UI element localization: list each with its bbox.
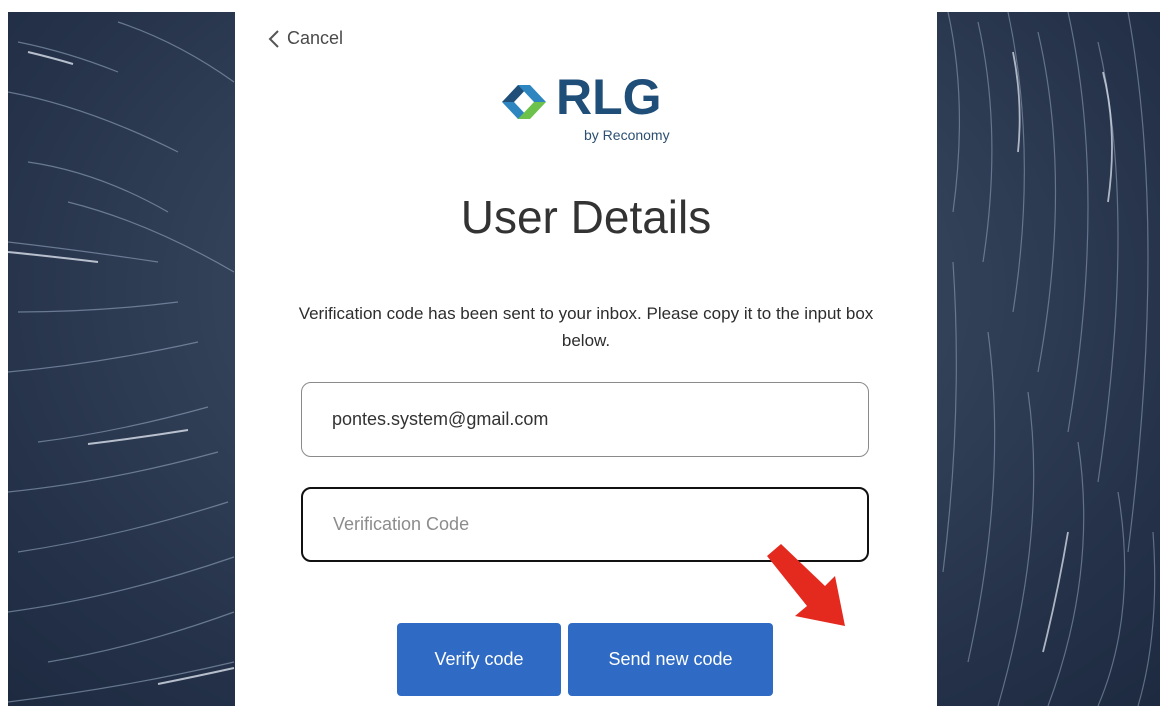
cancel-label: Cancel (287, 28, 344, 48)
logo-tagline: by Reconomy (584, 127, 670, 143)
red-arrow-icon (767, 544, 845, 626)
logo-wordmark: RLG (556, 69, 662, 125)
top-margin (0, 0, 1164, 12)
user-details-card: Cancel RLG by Reconomy User Details Veri… (235, 12, 937, 706)
rlg-logo: RLG by Reconomy (494, 69, 684, 159)
chevron-left-icon (268, 29, 279, 48)
email-field[interactable] (301, 382, 869, 457)
send-new-code-button[interactable]: Send new code (568, 623, 773, 696)
logo-mark-icon (502, 85, 546, 119)
verify-code-button[interactable]: Verify code (397, 623, 561, 696)
cancel-link[interactable]: Cancel (267, 28, 343, 49)
page-title: User Details (460, 191, 712, 243)
verification-message: Verification code has been sent to your … (298, 304, 874, 350)
screen: Cancel RLG by Reconomy User Details Veri… (0, 0, 1164, 706)
